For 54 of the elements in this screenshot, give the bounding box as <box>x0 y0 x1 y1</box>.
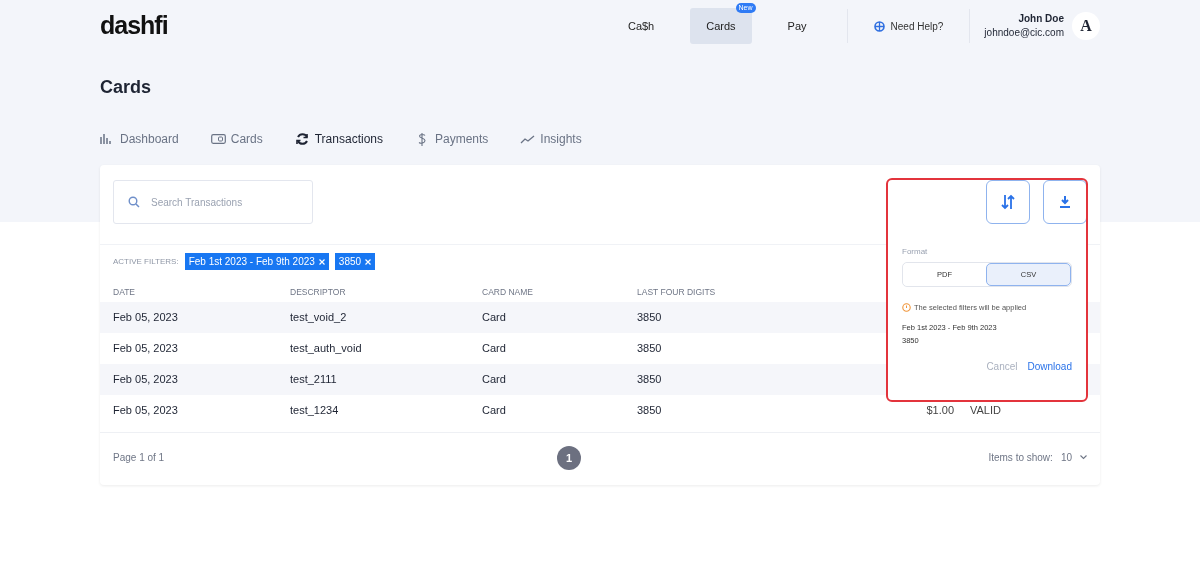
card-icon <box>210 132 226 146</box>
table-cell-text: Feb 05, 2023 <box>113 403 179 419</box>
filter-chip[interactable]: 3850 <box>334 253 376 270</box>
logo[interactable]: dashfi <box>100 7 168 45</box>
items-select[interactable]: 10 <box>1060 450 1087 465</box>
help-link[interactable]: Need Help? <box>890 18 944 34</box>
filters-label: ACTIVE FILTERS: <box>113 255 179 268</box>
download-button[interactable] <box>1043 180 1087 224</box>
download-link[interactable]: Download <box>1027 359 1072 375</box>
page-info: Page 1 of 1 <box>113 451 165 465</box>
refresh-icon <box>294 132 310 146</box>
table-cell-text: Card <box>482 310 507 326</box>
sort-icon <box>1000 193 1016 211</box>
table-cell-text: Card <box>482 372 507 388</box>
table-cell-text: 3850 <box>637 310 663 326</box>
column-header: CARD NAME <box>482 286 534 299</box>
tab[interactable]: Dashboard <box>100 130 179 148</box>
table-cell-text: test_auth_void <box>290 341 363 357</box>
download-icon <box>1059 195 1071 209</box>
page-title: Cards <box>100 76 153 99</box>
table-cell-text: 3850 <box>637 372 663 388</box>
column-header: DESCRIPTOR <box>290 286 347 299</box>
close-icon[interactable] <box>318 258 325 265</box>
table-cell-text: Feb 05, 2023 <box>113 372 179 388</box>
column-header: LAST FOUR DIGITS <box>637 286 717 299</box>
table-cell-text: test_1234 <box>290 403 340 419</box>
search-field[interactable]: Search Transactions <box>113 180 313 224</box>
tab[interactable]: Cards <box>210 130 263 148</box>
globe-icon <box>873 20 885 32</box>
format-label: Format <box>902 246 929 258</box>
page-button[interactable]: 1 <box>557 446 581 470</box>
items-label: Items to show: <box>988 451 1053 465</box>
table-cell-text: Feb 05, 2023 <box>113 341 179 357</box>
table-cell-text: Card <box>482 403 507 419</box>
column-header: DATE <box>113 286 137 299</box>
tab[interactable]: Payments <box>415 130 489 148</box>
table-cell-text: VALID <box>970 403 1001 419</box>
table-cell-text: test_2111 <box>290 372 338 388</box>
user-name: John Doe <box>1017 12 1064 26</box>
caret-icon <box>1080 455 1087 460</box>
info-icon <box>902 303 911 313</box>
table-cell-text: $1.00 <box>925 403 954 419</box>
tab[interactable]: Insights <box>520 130 582 148</box>
table-cell-text: 3850 <box>637 403 663 419</box>
close-icon[interactable] <box>365 258 372 265</box>
table-cell-text: test_void_2 <box>290 310 348 326</box>
table-cell-text: 3850 <box>637 341 663 357</box>
table-cell-text: Card <box>482 341 507 357</box>
user-email: johndoe@cic.com <box>984 26 1064 40</box>
nav-link[interactable]: Pay <box>771 8 823 44</box>
table-cell-text: Feb 05, 2023 <box>113 310 179 326</box>
nav-link[interactable]: Ca$h <box>611 8 671 44</box>
filter-chip[interactable]: Feb 1st 2023 - Feb 9th 2023 <box>184 253 329 270</box>
tab[interactable]: Transactions <box>294 130 383 148</box>
